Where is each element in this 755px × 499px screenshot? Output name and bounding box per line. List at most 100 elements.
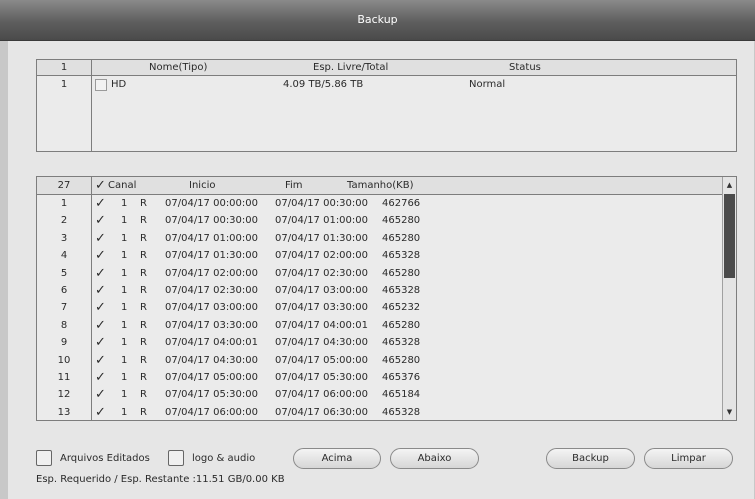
file-check-icon[interactable]: ✓ [95, 371, 109, 385]
device-space: 4.09 TB/5.86 TB [283, 79, 364, 90]
file-channel: 1 [121, 406, 128, 418]
file-index: 6 [60, 285, 68, 296]
file-start: 07/04/17 04:30:00 [165, 354, 259, 366]
file-size: 465280 [382, 354, 421, 366]
logo-audio-label: logo & audio [192, 453, 256, 464]
file-type: R [140, 354, 147, 366]
file-type: R [140, 285, 147, 296]
edited-files-label: Arquivos Editados [60, 453, 150, 464]
file-type: R [140, 372, 147, 383]
file-check-icon[interactable]: ✓ [95, 249, 109, 263]
device-index: 1 [60, 79, 68, 90]
file-row[interactable]: 4 ✓ 1 R 07/04/17 01:30:00 07/04/17 02:00:00 46… [37, 247, 736, 264]
file-row[interactable]: 5 ✓ 1 R 07/04/17 02:00:00 07/04/17 02:30:00 46… [37, 265, 736, 282]
device-table: 1 Nome(Tipo) Esp. Livre/Total Status 1 H… [36, 59, 737, 152]
file-size: 465328 [382, 337, 421, 349]
file-row[interactable]: 13 ✓ 1 R 07/04/17 06:00:00 07/04/17 06:30:00 4… [37, 404, 736, 421]
file-check-icon[interactable]: ✓ [95, 214, 109, 228]
file-channel: 1 [121, 198, 128, 209]
file-start: 07/04/17 02:30:00 [165, 285, 259, 296]
scroll-down-icon[interactable]: ▼ [723, 408, 736, 416]
file-type: R [140, 406, 147, 418]
up-button[interactable]: Acima [293, 448, 381, 469]
file-end: 07/04/17 01:00:00 [275, 215, 369, 227]
device-checkbox[interactable] [95, 79, 107, 91]
file-start: 07/04/17 01:30:00 [165, 250, 259, 262]
file-check-icon[interactable]: ✓ [95, 197, 109, 211]
file-row[interactable]: 9 ✓ 1 R 07/04/17 04:00:01 07/04/17 04:30:00 46… [37, 334, 736, 351]
file-index: 10 [57, 354, 71, 366]
device-count: 1 [60, 62, 68, 73]
file-size: 465328 [382, 406, 421, 418]
file-check-icon[interactable]: ✓ [95, 231, 109, 246]
file-end: 07/04/17 05:30:00 [275, 372, 369, 383]
file-row[interactable]: 1 ✓ 1 R 07/04/17 00:00:00 07/04/17 00:30:00 46… [37, 195, 736, 212]
device-table-header: 1 Nome(Tipo) Esp. Livre/Total Status [37, 60, 736, 76]
file-end: 07/04/17 06:30:00 [275, 406, 369, 418]
file-start: 07/04/17 04:00:01 [165, 337, 259, 349]
file-size: 465376 [382, 372, 421, 383]
file-type: R [140, 337, 147, 349]
file-end: 07/04/17 03:00:00 [275, 285, 369, 296]
file-type: R [140, 250, 147, 262]
file-start: 07/04/17 03:00:00 [165, 302, 259, 314]
file-index: 8 [60, 319, 68, 331]
file-check-icon[interactable]: ✓ [95, 405, 109, 420]
down-button[interactable]: Abaixo [390, 448, 479, 469]
file-check-icon[interactable]: ✓ [95, 388, 109, 402]
file-row[interactable]: 2 ✓ 1 R 07/04/17 00:30:00 07/04/17 01:00:00 46… [37, 212, 736, 229]
file-channel: 1 [121, 215, 128, 227]
file-channel: 1 [121, 372, 128, 383]
file-count: 27 [57, 180, 71, 191]
file-start: 07/04/17 00:30:00 [165, 215, 259, 227]
file-row[interactable]: 11 ✓ 1 R 07/04/17 05:00:00 07/04/17 05:30:00 4… [37, 369, 736, 386]
file-end: 07/04/17 02:00:00 [275, 250, 369, 262]
select-all-check-icon[interactable]: ✓ [95, 179, 109, 193]
file-type: R [140, 215, 147, 227]
file-check-icon[interactable]: ✓ [95, 284, 109, 298]
device-row[interactable]: 1 HD 4.09 TB/5.86 TB Normal [37, 76, 736, 93]
file-row[interactable]: 6 ✓ 1 R 07/04/17 02:30:00 07/04/17 03:00:00 46… [37, 282, 736, 299]
file-size: 465328 [382, 250, 421, 262]
scrollbar-thumb[interactable] [724, 194, 735, 278]
logo-audio-checkbox[interactable] [168, 450, 184, 466]
file-start: 07/04/17 03:30:00 [165, 319, 259, 331]
file-start: 07/04/17 00:00:00 [165, 198, 259, 209]
file-index: 2 [60, 215, 68, 227]
file-channel: 1 [121, 232, 128, 244]
file-type: R [140, 302, 147, 314]
device-status: Normal [469, 79, 506, 90]
file-row[interactable]: 7 ✓ 1 R 07/04/17 03:00:00 07/04/17 03:30:00 46… [37, 299, 736, 316]
file-index: 5 [60, 267, 68, 279]
file-channel: 1 [121, 285, 128, 296]
edited-files-checkbox[interactable] [36, 450, 52, 466]
file-check-icon[interactable]: ✓ [95, 336, 109, 350]
file-row[interactable]: 10 ✓ 1 R 07/04/17 04:30:00 07/04/17 05:00:00 4… [37, 352, 736, 369]
file-end: 07/04/17 02:30:00 [275, 267, 369, 279]
file-end: 07/04/17 04:00:01 [275, 319, 369, 331]
clear-button[interactable]: Limpar [644, 448, 733, 469]
file-scrollbar[interactable]: ▲ ▼ [722, 177, 736, 420]
file-size: 465232 [382, 302, 421, 314]
file-check-icon[interactable]: ✓ [95, 266, 109, 281]
device-header-status: Status [509, 62, 541, 73]
file-type: R [140, 389, 147, 401]
backup-button[interactable]: Backup [546, 448, 635, 469]
file-row[interactable]: 3 ✓ 1 R 07/04/17 01:00:00 07/04/17 01:30:00 46… [37, 230, 736, 247]
file-index: 4 [60, 250, 68, 262]
file-index: 12 [57, 389, 71, 401]
file-header-start: Inicio [189, 180, 216, 191]
file-channel: 1 [121, 354, 128, 366]
file-check-icon[interactable]: ✓ [95, 318, 109, 333]
file-check-icon[interactable]: ✓ [95, 353, 109, 368]
file-row[interactable]: 8 ✓ 1 R 07/04/17 03:30:00 07/04/17 04:00:01 46… [37, 317, 736, 334]
file-row[interactable]: 12 ✓ 1 R 07/04/17 05:30:00 07/04/17 06:00:00 4… [37, 386, 736, 403]
file-check-icon[interactable]: ✓ [95, 301, 109, 315]
file-end: 07/04/17 00:30:00 [275, 198, 369, 209]
file-type: R [140, 198, 147, 209]
file-size: 465280 [382, 267, 421, 279]
file-start: 07/04/17 05:00:00 [165, 372, 259, 383]
file-index: 7 [60, 302, 68, 314]
file-type: R [140, 232, 147, 244]
scroll-up-icon[interactable]: ▲ [723, 181, 736, 189]
